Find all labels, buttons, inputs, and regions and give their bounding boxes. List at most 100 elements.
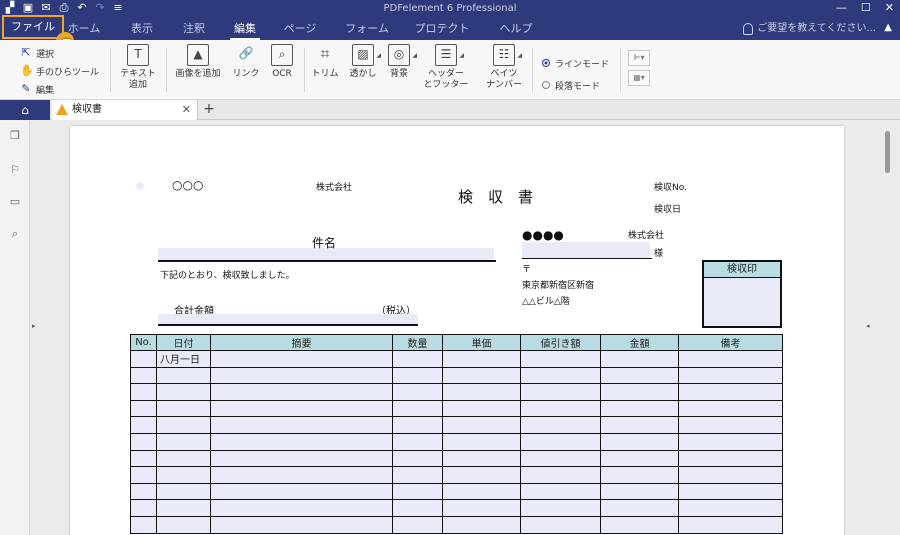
tab-form[interactable]: フォーム <box>344 18 390 40</box>
table-cell[interactable] <box>678 466 783 484</box>
table-cell[interactable] <box>156 416 211 434</box>
table-cell[interactable] <box>156 499 211 517</box>
table-cell[interactable] <box>442 416 521 434</box>
table-cell[interactable] <box>392 432 443 451</box>
table-cell[interactable] <box>210 383 393 401</box>
table-cell[interactable] <box>520 383 601 401</box>
table-cell[interactable] <box>156 399 211 418</box>
right-panel-handle-icon[interactable]: ◂ <box>866 320 872 332</box>
distribute-icon[interactable]: ▦▾ <box>628 70 650 86</box>
table-cell[interactable] <box>392 482 443 501</box>
edit-tool[interactable]: ✎ 編集 <box>20 80 99 98</box>
table-cell[interactable] <box>130 416 157 434</box>
table-cell[interactable] <box>210 515 393 534</box>
table-cell[interactable] <box>156 466 211 484</box>
add-text-button[interactable]: T テキスト 追加 <box>118 44 158 91</box>
table-cell[interactable] <box>210 416 393 434</box>
table-cell[interactable] <box>678 399 783 418</box>
tab-protect[interactable]: プロテクト <box>412 18 472 40</box>
table-cell[interactable] <box>678 416 783 434</box>
table-cell[interactable] <box>210 432 393 451</box>
table-cell[interactable] <box>130 499 157 517</box>
table-cell[interactable] <box>600 482 679 501</box>
tab-comment[interactable]: 注釈 <box>176 18 212 40</box>
paragraph-mode-radio[interactable] <box>542 81 550 89</box>
bates-number-button[interactable]: ☷ ◢ ベイツ ナンバー <box>482 44 526 91</box>
table-cell[interactable] <box>130 399 157 418</box>
paragraph-mode-option[interactable]: 段落モード <box>542 74 609 96</box>
watermark-button[interactable]: ▨ ◢ 透かし <box>348 44 381 80</box>
search-icon[interactable]: ⌕ <box>8 227 22 241</box>
table-cell[interactable] <box>392 499 443 517</box>
line-mode-radio[interactable] <box>542 59 550 67</box>
maximize-icon[interactable]: ☐ <box>861 1 871 14</box>
table-cell-date[interactable]: 八月一日 <box>156 350 211 368</box>
vertical-scrollbar[interactable] <box>880 121 900 535</box>
tab-view[interactable]: 表示 <box>124 18 160 40</box>
table-cell[interactable] <box>678 449 783 468</box>
table-cell[interactable] <box>442 466 521 484</box>
table-cell[interactable] <box>210 399 393 418</box>
form-field-marker[interactable] <box>136 182 144 190</box>
ocr-button[interactable]: ⌕ OCR <box>268 44 296 80</box>
table-cell[interactable] <box>130 482 157 501</box>
table-cell[interactable] <box>678 432 783 451</box>
table-cell[interactable] <box>520 482 601 501</box>
table-cell[interactable] <box>600 449 679 468</box>
select-tool[interactable]: ⇱ 選択 <box>20 44 99 62</box>
table-cell[interactable] <box>156 515 211 534</box>
table-cell[interactable] <box>130 350 157 368</box>
table-cell[interactable] <box>210 366 393 385</box>
tab-file[interactable]: ファイル <box>2 15 64 39</box>
table-cell[interactable] <box>520 416 601 434</box>
table-cell[interactable] <box>520 399 601 418</box>
table-cell[interactable] <box>156 383 211 401</box>
table-cell[interactable] <box>600 466 679 484</box>
table-cell[interactable] <box>156 366 211 385</box>
close-tab-icon[interactable]: ✕ <box>182 100 191 120</box>
help-search[interactable]: ご要望を教えてください... <box>743 20 876 38</box>
table-cell[interactable] <box>520 499 601 517</box>
add-image-button[interactable]: ▲ 画像を追加 <box>174 44 222 80</box>
tab-page[interactable]: ページ <box>278 18 322 40</box>
hand-tool[interactable]: ✋ 手のひらツール <box>20 62 99 80</box>
table-cell[interactable] <box>442 366 521 385</box>
thumbnails-icon[interactable]: ❐ <box>8 129 22 143</box>
header-footer-button[interactable]: ☰ ◢ ヘッダー とフッター <box>420 44 472 91</box>
table-cell[interactable] <box>392 449 443 468</box>
table-cell[interactable] <box>442 432 521 451</box>
table-cell[interactable] <box>678 366 783 385</box>
left-panel-handle-icon[interactable]: ▸ <box>32 320 38 332</box>
table-cell[interactable] <box>392 383 443 401</box>
table-cell[interactable] <box>600 515 679 534</box>
table-cell[interactable] <box>600 432 679 451</box>
new-tab-button[interactable]: + <box>201 100 217 120</box>
table-cell[interactable] <box>520 449 601 468</box>
table-cell[interactable] <box>520 432 601 451</box>
table-cell[interactable] <box>520 350 601 368</box>
scrollbar-thumb[interactable] <box>885 131 890 173</box>
table-cell[interactable] <box>392 366 443 385</box>
table-cell[interactable] <box>156 449 211 468</box>
table-cell[interactable] <box>442 350 521 368</box>
document-tab[interactable]: 検収書 ✕ <box>52 100 198 120</box>
approval-stamp-box[interactable]: 検収印 <box>702 260 782 328</box>
table-cell[interactable] <box>210 449 393 468</box>
table-cell[interactable] <box>210 482 393 501</box>
table-cell[interactable] <box>442 449 521 468</box>
table-cell[interactable] <box>600 499 679 517</box>
ribbon-collapse-icon[interactable]: ▲ <box>884 22 892 33</box>
table-cell[interactable] <box>678 482 783 501</box>
table-cell[interactable] <box>600 416 679 434</box>
line-mode-option[interactable]: ラインモード <box>542 52 609 74</box>
table-cell[interactable] <box>678 499 783 517</box>
table-cell[interactable] <box>210 499 393 517</box>
table-cell[interactable] <box>130 449 157 468</box>
crop-button[interactable]: ⌗ トリム <box>310 44 340 80</box>
home-button[interactable]: ⌂ <box>0 100 50 120</box>
table-cell[interactable] <box>520 466 601 484</box>
table-cell[interactable] <box>130 366 157 385</box>
table-cell[interactable] <box>210 350 393 368</box>
table-cell[interactable] <box>442 482 521 501</box>
table-cell[interactable] <box>130 466 157 484</box>
